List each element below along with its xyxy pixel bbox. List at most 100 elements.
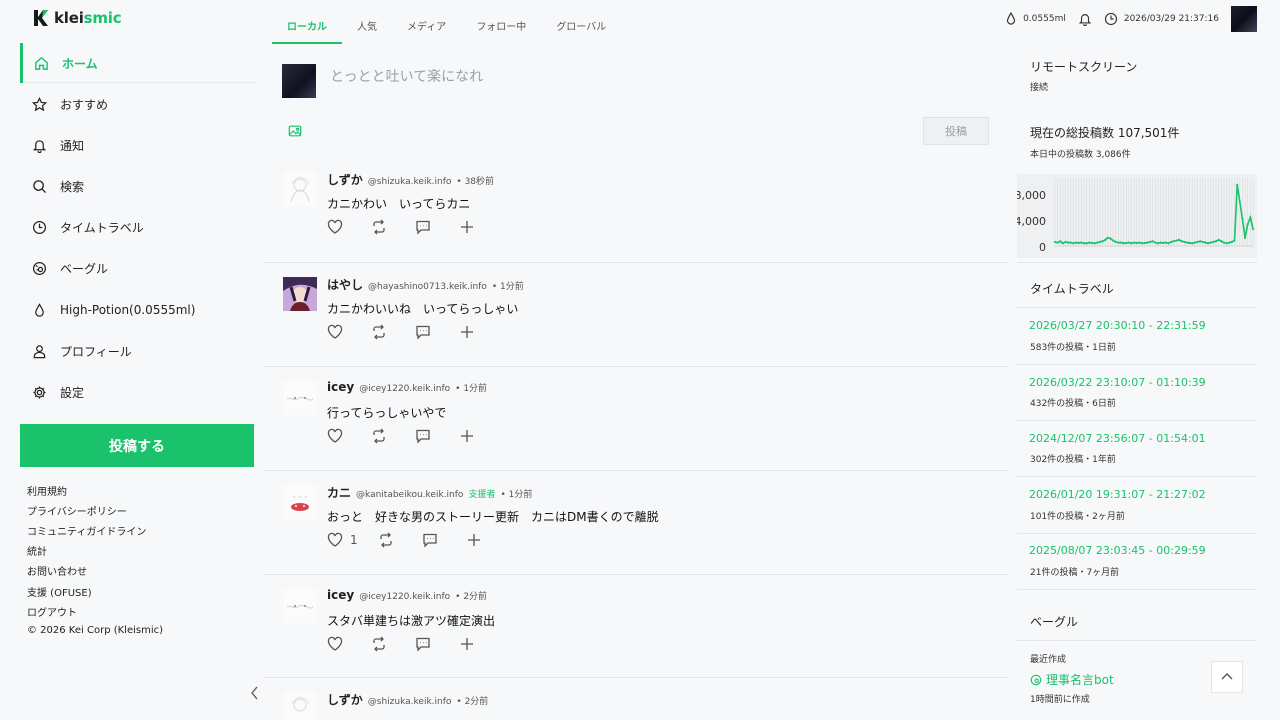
- post: icey @icey1220.keik.info • 1分前 行ってらっしゃいや…: [264, 367, 1008, 471]
- sidebar-item-recommended[interactable]: おすすめ: [20, 84, 256, 124]
- footer-link-terms[interactable]: 利用規約: [27, 483, 67, 498]
- footer-link-support[interactable]: 支援 (OFUSE): [27, 584, 92, 599]
- tab-following[interactable]: フォロー中: [461, 14, 541, 44]
- logo[interactable]: kleismic: [32, 9, 122, 27]
- timetravel-range[interactable]: 2026/03/27 20:30:10 - 22:31:59: [1029, 319, 1206, 332]
- post-author[interactable]: icey: [327, 380, 354, 394]
- sidebar-item-high-potion[interactable]: High-Potion(0.0555ml): [20, 290, 256, 330]
- avatar[interactable]: [283, 381, 317, 415]
- timetravel-meta: 432件の投稿・6日前: [1030, 399, 1116, 409]
- repost-button[interactable]: [371, 636, 415, 652]
- sidebar-item-home[interactable]: ホーム: [20, 43, 256, 83]
- reply-button[interactable]: [415, 324, 459, 340]
- repost-button[interactable]: [371, 428, 415, 444]
- timetravel-range[interactable]: 2026/03/22 23:10:07 - 01:10:39: [1029, 376, 1206, 389]
- post-actions: [327, 636, 489, 652]
- post-handle[interactable]: @icey1220.keik.info: [359, 384, 450, 394]
- chart-point: [1199, 240, 1202, 243]
- chart-point: [1072, 242, 1075, 245]
- post-body: カニかわい いってらカニ: [327, 197, 471, 211]
- post-handle[interactable]: @hayashino0713.keik.info: [368, 282, 487, 292]
- chart-point: [1175, 239, 1178, 242]
- sidebar-item-notifications[interactable]: 通知: [20, 125, 256, 165]
- more-button[interactable]: [466, 532, 496, 548]
- composer-input[interactable]: とっとと吐いて楽になれ: [330, 66, 483, 86]
- post-author[interactable]: カニ: [327, 484, 351, 501]
- avatar[interactable]: [1231, 6, 1257, 32]
- chart-point: [1167, 242, 1170, 245]
- bagel-item[interactable]: 理事名言bot: [1030, 671, 1114, 688]
- tab-global[interactable]: グローバル: [541, 14, 621, 44]
- sidebar-item-bagel[interactable]: ベーグル: [20, 248, 256, 288]
- post-author[interactable]: icey: [327, 588, 354, 602]
- more-button[interactable]: [459, 324, 489, 340]
- footer-link-guidelines[interactable]: コミュニティガイドライン: [27, 523, 146, 538]
- chevron-left-icon[interactable]: [246, 684, 264, 702]
- like-button[interactable]: [327, 428, 371, 444]
- chart-point: [1201, 240, 1204, 244]
- more-button[interactable]: [459, 219, 489, 235]
- tab-popular[interactable]: 人気: [342, 14, 392, 44]
- bell-icon[interactable]: [1078, 12, 1092, 26]
- repost-button[interactable]: [378, 532, 422, 548]
- like-button[interactable]: 1: [327, 532, 378, 548]
- image-icon[interactable]: [288, 124, 302, 138]
- chart-point: [1090, 241, 1094, 245]
- divider: [1017, 420, 1257, 421]
- avatar[interactable]: [283, 589, 317, 623]
- post-author[interactable]: はやし: [327, 276, 363, 293]
- sidebar-item-profile[interactable]: プロフィール: [20, 331, 256, 371]
- post-handle[interactable]: @kanitabeikou.keik.info: [356, 490, 463, 500]
- avatar[interactable]: [283, 277, 317, 311]
- post-meta: icey @icey1220.keik.info • 2分前: [327, 588, 487, 602]
- chart-point: [1082, 242, 1086, 245]
- repost-button[interactable]: [371, 324, 415, 340]
- footer-link-privacy[interactable]: プライバシーポリシー: [27, 503, 127, 518]
- footer-link-logout[interactable]: ログアウト: [27, 604, 77, 619]
- reply-button[interactable]: [415, 428, 459, 444]
- footer-link-stats[interactable]: 統計: [27, 543, 47, 558]
- more-button[interactable]: [459, 428, 489, 444]
- post-time: • 1分前: [500, 490, 533, 500]
- post-handle[interactable]: @shizuka.keik.info: [368, 697, 452, 707]
- avatar[interactable]: [282, 64, 316, 98]
- chart-point: [1180, 240, 1183, 243]
- scroll-to-top-button[interactable]: [1211, 661, 1243, 693]
- chart-point: [1146, 241, 1149, 244]
- avatar[interactable]: [283, 692, 317, 720]
- post-handle[interactable]: @icey1220.keik.info: [359, 592, 450, 602]
- like-button[interactable]: [327, 219, 371, 235]
- sidebar-item-search[interactable]: 検索: [20, 166, 256, 206]
- post-time: • 1分前: [455, 384, 488, 394]
- plus-icon: [459, 324, 475, 340]
- sidebar-item-settings[interactable]: 設定: [20, 372, 256, 412]
- timetravel-range[interactable]: 2025/08/07 23:03:45 - 00:29:59: [1029, 544, 1206, 557]
- tab-media[interactable]: メディア: [392, 14, 461, 44]
- post-handle[interactable]: @shizuka.keik.info: [368, 177, 452, 187]
- avatar[interactable]: [283, 485, 317, 519]
- post-author[interactable]: しずか: [327, 691, 363, 708]
- composer-submit-button[interactable]: 投稿: [923, 117, 989, 145]
- timetravel-range[interactable]: 2024/12/07 23:56:07 - 01:54:01: [1029, 432, 1206, 445]
- today-posts: 本日中の投稿数 3,086件: [1030, 150, 1131, 160]
- reply-button[interactable]: [415, 636, 459, 652]
- timetravel-range[interactable]: 2026/01/20 19:31:07 - 21:27:02: [1029, 488, 1206, 501]
- reply-button[interactable]: [422, 532, 466, 548]
- remote-screen-connect[interactable]: 接続: [1030, 80, 1048, 93]
- footer-link-contact[interactable]: お問い合わせ: [27, 563, 87, 578]
- repost-icon: [378, 532, 394, 548]
- repost-button[interactable]: [371, 219, 415, 235]
- more-button[interactable]: [459, 636, 489, 652]
- sidebar-item-timetravel[interactable]: タイムトラベル: [20, 207, 256, 247]
- post-button[interactable]: 投稿する: [20, 424, 254, 467]
- avatar[interactable]: [283, 172, 317, 206]
- clock-icon[interactable]: [1104, 12, 1118, 26]
- reply-button[interactable]: [415, 219, 459, 235]
- post-author[interactable]: しずか: [327, 171, 363, 188]
- comment-icon: [415, 324, 431, 340]
- chart-point: [1109, 237, 1112, 240]
- chart-point: [1096, 241, 1099, 244]
- tab-local[interactable]: ローカル: [272, 14, 342, 44]
- like-button[interactable]: [327, 636, 371, 652]
- like-button[interactable]: [327, 324, 371, 340]
